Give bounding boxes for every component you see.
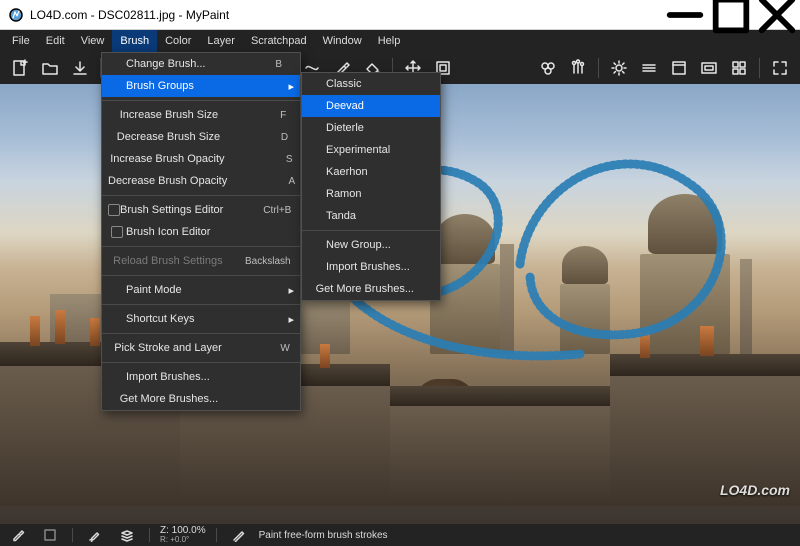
menu-color[interactable]: Color — [157, 30, 199, 52]
menu-item-accel: W — [242, 343, 290, 354]
menu-brush[interactable]: Brush — [112, 30, 157, 52]
brush-groups-item[interactable]: Kaerhon — [302, 161, 440, 183]
menu-item-label: Brush Groups — [126, 80, 234, 92]
scratchpad-button[interactable] — [665, 54, 693, 82]
menu-view[interactable]: View — [73, 30, 113, 52]
menu-window[interactable]: Window — [315, 30, 370, 52]
menu-item-label: Reload Brush Settings — [113, 255, 242, 267]
fullscreen-button[interactable] — [766, 54, 794, 82]
brush-menu-item[interactable]: Increase Brush OpacityS — [102, 148, 300, 170]
brush-menu-item[interactable]: Pick Stroke and LayerW — [102, 337, 300, 359]
menu-scratchpad[interactable]: Scratchpad — [243, 30, 315, 52]
menu-item-label: Increase Brush Size — [120, 109, 238, 121]
status-hint-text: Paint free-form brush strokes — [259, 530, 388, 541]
submenu-arrow-icon: ▸ — [282, 313, 294, 326]
menu-item-label: Paint Mode — [126, 284, 234, 296]
menu-item-label: Brush Settings Editor — [120, 204, 243, 216]
brush-menu-item: Reload Brush SettingsBackslash — [102, 250, 300, 272]
menu-item-label: Decrease Brush Size — [117, 131, 240, 143]
brush-menu-item[interactable]: Decrease Brush OpacityA — [102, 170, 300, 192]
menu-item-label: Pick Stroke and Layer — [114, 342, 242, 354]
menu-item-label: Dieterle — [326, 122, 434, 134]
toolbar-separator — [598, 58, 599, 78]
menu-layer[interactable]: Layer — [199, 30, 243, 52]
brush-menu-item[interactable]: Brush Icon Editor — [102, 221, 300, 243]
menu-item-label: Get More Brushes... — [120, 393, 238, 405]
menu-item-label: Deevad — [326, 100, 434, 112]
menu-item-label: Get More Brushes... — [316, 283, 434, 295]
brush-menu-item[interactable]: Get More Brushes... — [102, 388, 300, 410]
window-minimize-button[interactable] — [662, 0, 708, 30]
menu-item-label: Decrease Brush Opacity — [108, 175, 247, 187]
menu-item-label: New Group... — [326, 239, 434, 251]
menu-item-label: Experimental — [326, 144, 434, 156]
brush-groups-item[interactable]: Tanda — [302, 205, 440, 227]
brush-menu-item[interactable]: Brush Groups ▸ — [102, 75, 300, 97]
color-picker-button[interactable] — [534, 54, 562, 82]
menu-item-label: Tanda — [326, 210, 434, 222]
menu-item-accel: Ctrl+B — [243, 205, 291, 216]
toolbar-separator — [759, 58, 760, 78]
menu-item-label: Kaerhon — [326, 166, 434, 178]
window-title: LO4D.com - DSC02811.jpg - MyPaint — [30, 8, 662, 22]
menu-item-label: Ramon — [326, 188, 434, 200]
brush-menu-item[interactable]: Increase Brush SizeF — [102, 104, 300, 126]
brush-groups-item[interactable]: Classic — [302, 73, 440, 95]
menu-item-label: Change Brush... — [126, 58, 234, 70]
brush-groups-submenu: Classic Deevad Dieterle Experimental Kaerhon… — [301, 72, 441, 301]
watermark-text: LO4D.com — [720, 482, 790, 498]
menu-help[interactable]: Help — [370, 30, 409, 52]
brush-menu-item[interactable]: Shortcut Keys ▸ — [102, 308, 300, 330]
menu-item-accel: B — [234, 59, 282, 70]
menu-item-label: Import Brushes... — [126, 371, 234, 383]
status-brush-icon[interactable] — [83, 525, 107, 545]
brush-groups-item[interactable]: Get More Brushes... — [302, 278, 440, 300]
brush-menu-item[interactable]: Brush Settings EditorCtrl+B — [102, 199, 300, 221]
menu-item-accel: A — [247, 176, 295, 187]
menu-item-label: Increase Brush Opacity — [110, 153, 244, 165]
brush-groups-item[interactable]: Ramon — [302, 183, 440, 205]
menu-item-label: Shortcut Keys — [126, 313, 234, 325]
menu-item-accel: S — [245, 154, 293, 165]
app-icon — [8, 7, 24, 23]
submenu-arrow-icon: ▸ — [282, 284, 294, 297]
menu-item-accel: D — [240, 132, 288, 143]
brush-menu-dropdown: Change Brush...BBrush Groups▸Increase Br… — [101, 52, 301, 411]
statusbar: Z: 100.0% R: +0.0° Paint free-form brush… — [0, 524, 800, 546]
status-rotation-value: R: +0.0° — [160, 536, 206, 544]
preview-button[interactable] — [695, 54, 723, 82]
brush-groups-item[interactable]: Deevad — [302, 95, 440, 117]
brush-selector-button[interactable] — [564, 54, 592, 82]
brush-menu-item[interactable]: Import Brushes... — [102, 366, 300, 388]
menu-item-label: Brush Icon Editor — [126, 226, 234, 238]
menu-item-label: Import Brushes... — [326, 261, 434, 273]
history-button[interactable] — [725, 54, 753, 82]
status-eyedropper-icon[interactable] — [6, 525, 30, 545]
settings-button[interactable] — [605, 54, 633, 82]
window-close-button[interactable] — [754, 0, 800, 30]
submenu-arrow-icon: ▸ — [282, 80, 294, 93]
brush-groups-item[interactable]: New Group... — [302, 234, 440, 256]
status-color-swatch[interactable] — [38, 525, 62, 545]
brush-menu-item[interactable]: Decrease Brush SizeD — [102, 126, 300, 148]
menu-file[interactable]: File — [4, 30, 38, 52]
window-maximize-button[interactable] — [708, 0, 754, 30]
status-tool-icon — [227, 525, 251, 545]
brush-groups-item[interactable]: Import Brushes... — [302, 256, 440, 278]
brush-groups-item[interactable]: Dieterle — [302, 117, 440, 139]
open-file-button[interactable] — [36, 54, 64, 82]
layers-button[interactable] — [635, 54, 663, 82]
window-titlebar: LO4D.com - DSC02811.jpg - MyPaint — [0, 0, 800, 30]
menu-item-accel: F — [238, 110, 286, 121]
menu-item-label: Classic — [326, 78, 434, 90]
brush-menu-item[interactable]: Paint Mode ▸ — [102, 279, 300, 301]
status-layers-icon[interactable] — [115, 525, 139, 545]
menu-item-accel: Backslash — [243, 256, 291, 267]
status-zoom-readout[interactable]: Z: 100.0% R: +0.0° — [160, 526, 206, 544]
menu-edit[interactable]: Edit — [38, 30, 73, 52]
save-file-button[interactable] — [66, 54, 94, 82]
brush-menu-item[interactable]: Change Brush...B — [102, 53, 300, 75]
brush-groups-item[interactable]: Experimental — [302, 139, 440, 161]
new-file-button[interactable] — [6, 54, 34, 82]
